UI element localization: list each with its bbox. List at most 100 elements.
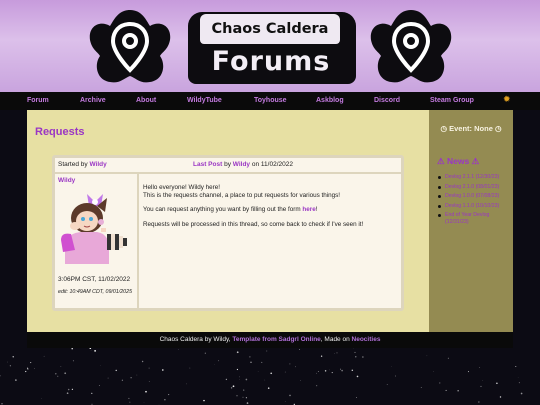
request-form-link[interactable]: here — [302, 206, 315, 213]
event-label: Event: None — [449, 124, 493, 133]
star — [499, 396, 502, 398]
avatar — [61, 194, 127, 264]
star — [479, 367, 481, 368]
nav-about[interactable]: About — [136, 92, 156, 110]
site-title-top: Chaos Caldera — [200, 14, 340, 44]
post-punct: ! — [315, 206, 318, 214]
star — [91, 392, 93, 394]
news-title: News — [447, 156, 470, 166]
thread-header: Started by Wildy Last Post by Wildy on 1… — [55, 158, 401, 172]
star — [264, 379, 266, 381]
star — [98, 385, 100, 386]
last-post-user-link[interactable]: Wildy — [233, 161, 250, 168]
star — [317, 371, 319, 372]
star — [7, 361, 8, 363]
news-item[interactable]: End of Year Devlog (12/31/23) — [438, 212, 505, 225]
warning-icon: ⚠ — [437, 156, 445, 166]
news-item[interactable]: Devlog 1.0.0 (07/08/23) — [438, 193, 505, 200]
nav-steam-group[interactable]: Steam Group — [430, 92, 474, 110]
star — [467, 371, 469, 373]
last-post-link[interactable]: Last Post — [193, 161, 222, 168]
post-username[interactable]: Wildy — [58, 177, 75, 184]
news-item[interactable]: Devlog 1.1.0 (10/10/23) — [438, 203, 505, 210]
on-label: on — [251, 161, 260, 168]
star — [27, 368, 29, 370]
star — [426, 355, 428, 357]
news-list: Devlog 2.1.1 (12/30/23) Devlog 2.1.0 (08… — [438, 174, 505, 228]
star — [30, 362, 32, 364]
news-item[interactable]: Devlog 2.1.1 (12/30/23) — [438, 174, 505, 181]
star — [168, 394, 170, 396]
star — [261, 361, 263, 363]
star — [433, 371, 434, 372]
main-content: Requests Started by Wildy Last Post by W… — [27, 110, 429, 332]
news-item[interactable]: Devlog 2.1.0 (08/01/23) — [438, 184, 505, 191]
star — [145, 390, 147, 393]
location-pin-icon — [89, 10, 171, 83]
star — [334, 353, 335, 354]
star — [0, 375, 1, 377]
star — [300, 380, 301, 381]
star — [299, 348, 300, 350]
star — [447, 357, 449, 359]
starter-user-link[interactable]: Wildy — [89, 161, 106, 168]
event-status: ◷ Event: None ◷ — [429, 124, 513, 133]
star — [386, 384, 388, 385]
star — [186, 383, 187, 385]
nav-toyhouse[interactable]: Toyhouse — [254, 92, 287, 110]
warning-icon: ⚠ — [471, 156, 480, 166]
star — [478, 401, 480, 403]
neocities-link[interactable]: Neocities — [352, 336, 381, 343]
thread-starter: Started by Wildy — [58, 161, 107, 168]
star — [43, 355, 45, 357]
star — [341, 369, 343, 372]
star — [295, 366, 296, 368]
star — [230, 387, 233, 389]
star — [115, 369, 117, 372]
star — [236, 351, 239, 354]
nav-askblog[interactable]: Askblog — [316, 92, 344, 110]
star — [121, 379, 124, 381]
star — [520, 392, 523, 395]
star — [66, 392, 69, 395]
star — [41, 397, 42, 399]
post-paragraph: Requests will be processed in this threa… — [143, 221, 397, 229]
star — [148, 367, 150, 369]
star — [496, 382, 498, 385]
footer-credit: Chaos Caldera by Wildy, — [159, 336, 231, 343]
star — [329, 369, 330, 371]
post-author-panel: Wildy 3:06PM CST, 11/02/2022 edit: 10:49… — [55, 174, 137, 308]
clock-icon: ◷ — [440, 124, 448, 133]
nav-forum[interactable]: Forum — [27, 92, 49, 110]
star — [141, 360, 144, 363]
star — [480, 385, 482, 387]
post-body: Hello everyone! Wildy here! This is the … — [139, 174, 401, 308]
post-paragraph: Hello everyone! Wildy here! This is the … — [143, 184, 397, 200]
star — [130, 377, 132, 379]
star — [355, 356, 357, 358]
star — [518, 382, 520, 384]
star — [270, 372, 273, 375]
clock-icon: ◷ — [494, 124, 502, 133]
star — [232, 385, 235, 388]
star — [245, 378, 248, 381]
star — [316, 372, 317, 374]
sun-icon[interactable]: ✹ — [503, 95, 511, 105]
star — [71, 388, 74, 390]
star — [164, 399, 166, 401]
star — [129, 401, 131, 403]
star — [60, 366, 62, 367]
news-heading: ⚠ News ⚠ — [437, 156, 479, 167]
post-paragraph: You can request anything you want by fil… — [143, 206, 397, 214]
star — [267, 387, 270, 389]
post-line: This is the requests channel, a place to… — [143, 192, 341, 200]
star — [1, 403, 3, 405]
star — [266, 350, 268, 352]
nav-archive[interactable]: Archive — [80, 92, 106, 110]
nav-wildytube[interactable]: WildyTube — [187, 92, 222, 110]
star — [27, 367, 28, 369]
nav-discord[interactable]: Discord — [374, 92, 400, 110]
template-link[interactable]: Template from Sadgrl Online — [232, 336, 320, 343]
star — [445, 389, 447, 391]
star — [236, 368, 238, 371]
